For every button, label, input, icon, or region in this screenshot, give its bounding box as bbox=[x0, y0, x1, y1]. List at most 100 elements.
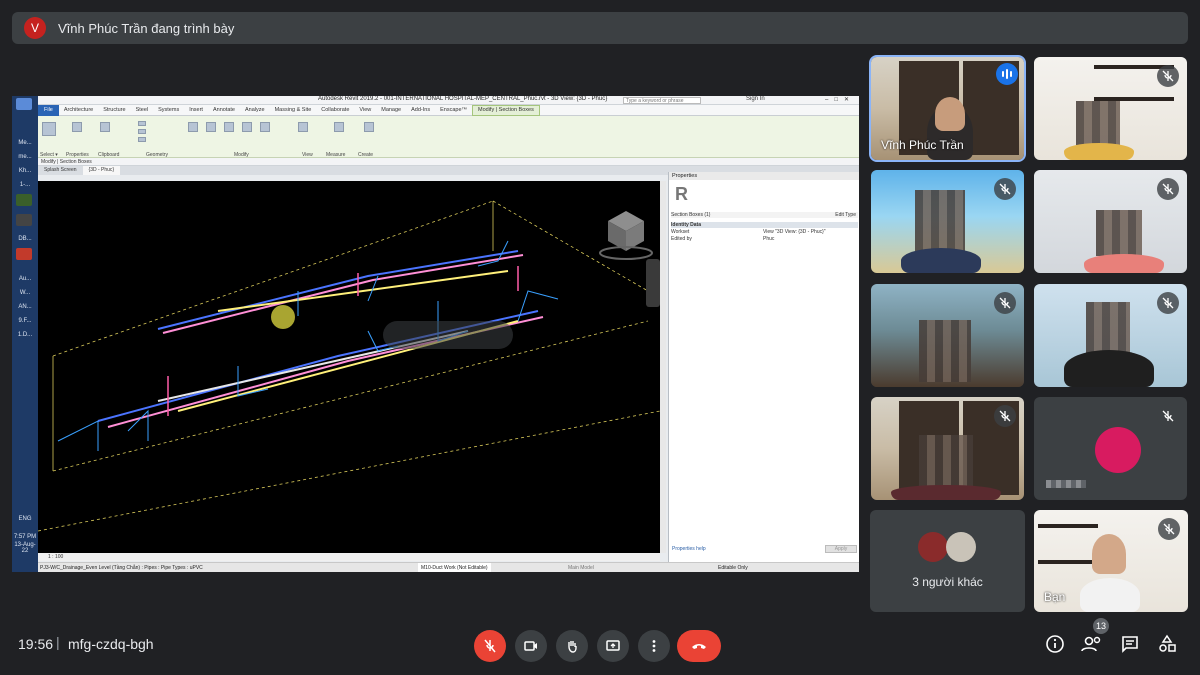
property-row[interactable]: Workset View "3D View: {3D - Phuc}" bbox=[671, 229, 858, 235]
properties-title: Properties bbox=[669, 172, 859, 180]
tab-file[interactable]: File bbox=[38, 104, 59, 116]
search-icon[interactable] bbox=[16, 114, 32, 126]
activities-button[interactable] bbox=[1155, 632, 1179, 656]
participant-tile[interactable] bbox=[1034, 284, 1187, 387]
taskbar-item[interactable]: 9.F... bbox=[12, 318, 38, 324]
modify-tool-icon[interactable] bbox=[42, 122, 56, 136]
hang-up-icon bbox=[692, 644, 706, 649]
viewcube-icon[interactable] bbox=[599, 211, 653, 260]
offset-tool-icon[interactable] bbox=[206, 122, 216, 132]
tab-steel[interactable]: Steel bbox=[131, 107, 154, 113]
people-button[interactable] bbox=[1080, 632, 1104, 656]
paste-tool-icon[interactable] bbox=[100, 122, 110, 132]
start-icon[interactable] bbox=[16, 98, 32, 110]
doc-tab-splash[interactable]: Splash Screen bbox=[38, 166, 83, 175]
sign-in-link[interactable]: Sign In bbox=[746, 96, 765, 102]
mic-toggle-button[interactable] bbox=[474, 630, 506, 662]
participant-tile[interactable] bbox=[871, 284, 1024, 387]
meeting-details-button[interactable] bbox=[1043, 632, 1067, 656]
taskbar-item[interactable]: Au... bbox=[12, 276, 38, 282]
participant-tile[interactable] bbox=[871, 170, 1024, 273]
view-scale[interactable]: 1 : 100 bbox=[48, 554, 63, 560]
taskbar-item[interactable]: Me... bbox=[12, 140, 38, 146]
present-screen-button[interactable] bbox=[597, 630, 629, 662]
revit-search-input[interactable]: Type a keyword or phrase bbox=[623, 97, 701, 104]
leave-call-button[interactable] bbox=[677, 630, 721, 662]
editable-only[interactable]: Editable Only bbox=[718, 563, 748, 572]
tab-view[interactable]: View bbox=[354, 107, 376, 113]
move-tool-icon[interactable] bbox=[242, 122, 252, 132]
chat-button[interactable] bbox=[1118, 632, 1142, 656]
context-label: Modify | Section Boxes bbox=[38, 158, 859, 166]
input-language[interactable]: ENG bbox=[12, 516, 38, 522]
taskbar-item[interactable]: Kh... bbox=[12, 168, 38, 174]
ribbon-group-select[interactable]: Select ▾ bbox=[40, 152, 58, 158]
doc-tab-3d-phuc[interactable]: {3D - Phuc} bbox=[82, 166, 121, 175]
tab-architecture[interactable]: Architecture bbox=[59, 107, 98, 113]
app-icon[interactable] bbox=[16, 214, 32, 226]
cursor-highlight bbox=[271, 305, 295, 329]
participant-tile[interactable] bbox=[871, 397, 1024, 500]
tab-structure[interactable]: Structure bbox=[98, 107, 130, 113]
property-row[interactable]: Edited by Phuc bbox=[671, 236, 858, 242]
taskbar-item[interactable]: AN... bbox=[12, 304, 38, 310]
properties-help-link[interactable]: Properties help bbox=[672, 546, 706, 552]
tab-manage[interactable]: Manage bbox=[376, 107, 406, 113]
camera-toggle-button[interactable] bbox=[515, 630, 547, 662]
property-name: Edited by bbox=[671, 236, 692, 242]
taskbar-item[interactable]: 1.D... bbox=[12, 332, 38, 338]
create-tool-icon[interactable] bbox=[364, 122, 374, 132]
taskbar-item[interactable]: W... bbox=[12, 290, 38, 296]
taskbar-item[interactable]: me... bbox=[12, 154, 38, 160]
taskbar-date[interactable]: 13-Aug-22 bbox=[12, 542, 38, 554]
participant-tile-presenter[interactable]: Vĩnh Phúc Trần bbox=[869, 55, 1026, 162]
app-icon[interactable] bbox=[16, 194, 32, 206]
tab-analyze[interactable]: Analyze bbox=[240, 107, 270, 113]
apply-button[interactable]: Apply bbox=[825, 545, 857, 553]
others-tile[interactable]: 3 người khác bbox=[870, 510, 1025, 612]
mirror-tool-icon[interactable] bbox=[224, 122, 234, 132]
navigation-bar[interactable] bbox=[646, 259, 660, 307]
participant-tile-self[interactable]: Bạn bbox=[1034, 510, 1188, 612]
tab-collaborate[interactable]: Collaborate bbox=[316, 107, 354, 113]
app-icon[interactable] bbox=[16, 248, 32, 260]
join-tool-icon[interactable] bbox=[138, 137, 146, 142]
taskbar-item[interactable]: 1-... bbox=[12, 182, 38, 188]
speaking-indicator-icon bbox=[996, 63, 1018, 85]
participant-tile[interactable] bbox=[1034, 397, 1187, 500]
view-tool-icon[interactable] bbox=[298, 122, 308, 132]
tab-systems[interactable]: Systems bbox=[153, 107, 184, 113]
properties-tool-icon[interactable] bbox=[72, 122, 82, 132]
more-options-button[interactable] bbox=[638, 630, 670, 662]
mic-off-icon bbox=[994, 178, 1016, 200]
cope-tool-icon[interactable] bbox=[138, 121, 146, 126]
measure-tool-icon[interactable] bbox=[334, 122, 344, 132]
tab-enscape[interactable]: Enscape™ bbox=[435, 107, 472, 113]
participant-tile[interactable] bbox=[1034, 170, 1187, 273]
revit-3d-viewport[interactable] bbox=[38, 181, 660, 553]
window-controls[interactable]: –□✕ bbox=[825, 96, 855, 103]
taskbar-time[interactable]: 7:57 PM bbox=[12, 534, 38, 540]
shared-screen: Me... me... Kh... 1-... DB... Au... W...… bbox=[12, 96, 859, 572]
design-option[interactable]: Main Model bbox=[568, 563, 594, 572]
tab-insert[interactable]: Insert bbox=[184, 107, 208, 113]
edit-type-button[interactable]: Edit Type bbox=[835, 212, 856, 218]
active-workset[interactable]: M10-Duct Work (Not Editable) bbox=[418, 563, 491, 572]
section-identity-data[interactable]: Identity Data bbox=[671, 222, 858, 228]
tab-modify-section-boxes[interactable]: Modify | Section Boxes bbox=[472, 104, 540, 116]
type-selector[interactable]: Section Boxes (1) Edit Type bbox=[671, 212, 858, 218]
others-count-label: 3 người khác bbox=[912, 575, 983, 589]
tab-massing[interactable]: Massing & Site bbox=[270, 107, 317, 113]
mic-off-icon bbox=[484, 639, 496, 653]
taskbar-item[interactable]: DB... bbox=[12, 236, 38, 242]
align-tool-icon[interactable] bbox=[188, 122, 198, 132]
raise-hand-button[interactable] bbox=[556, 630, 588, 662]
ribbon-group-modify: Modify bbox=[234, 152, 249, 158]
copy-tool-icon[interactable] bbox=[260, 122, 270, 132]
tab-annotate[interactable]: Annotate bbox=[208, 107, 240, 113]
tab-addins[interactable]: Add-Ins bbox=[406, 107, 435, 113]
windows-taskbar: Me... me... Kh... 1-... DB... Au... W...… bbox=[12, 96, 38, 572]
viewport-scrollbar[interactable] bbox=[660, 181, 666, 553]
cut-tool-icon[interactable] bbox=[138, 129, 146, 134]
participant-tile[interactable] bbox=[1034, 57, 1187, 160]
